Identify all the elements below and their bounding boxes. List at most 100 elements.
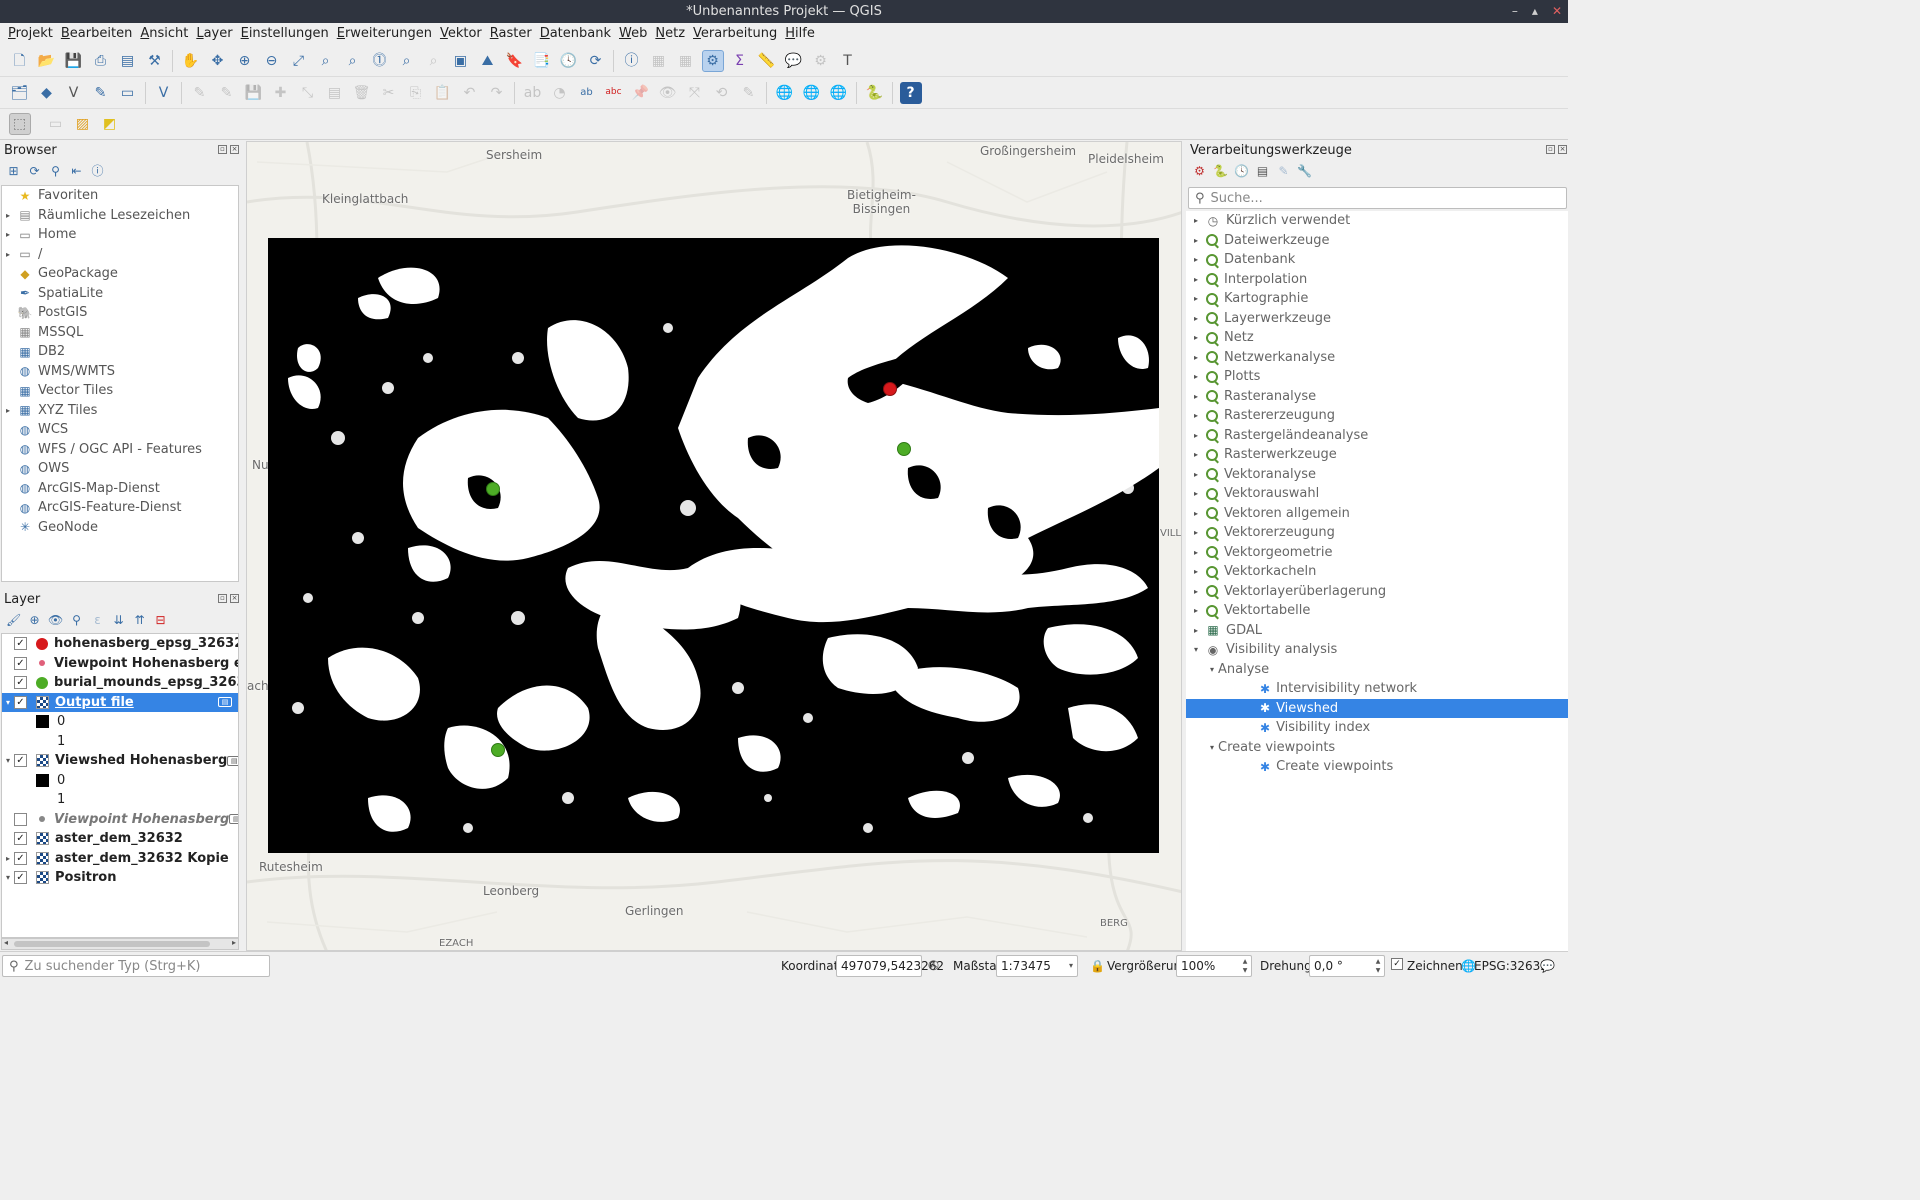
expand-arrow-icon[interactable]: ▸ xyxy=(1190,216,1202,225)
new-spatialite-layer-icon[interactable]: ✎ xyxy=(90,82,112,104)
layer-item[interactable]: ✓ hohenasberg_epsg_32632 xyxy=(2,634,238,654)
algorithm-item[interactable]: ✱ Intervisibility network xyxy=(1186,679,1568,699)
render-checkbox[interactable]: ✓ xyxy=(1391,958,1403,970)
provider-group-item[interactable]: ▸ Vektoren allgemein xyxy=(1186,504,1568,524)
expand-arrow-icon[interactable]: ▸ xyxy=(1190,392,1202,401)
menu-vektor[interactable]: Vektor xyxy=(436,23,486,45)
expand-arrow-icon[interactable]: ▸ xyxy=(1190,333,1202,342)
expand-arrow-icon[interactable]: ▸ xyxy=(1190,509,1202,518)
expand-arrow-icon[interactable]: ▾ xyxy=(2,698,14,707)
select-by-value-icon[interactable]: ▭ xyxy=(45,113,67,135)
layer-visibility-checkbox[interactable] xyxy=(14,812,27,826)
legend-item[interactable]: 1 xyxy=(2,790,238,810)
diagram-icon[interactable]: ◔ xyxy=(549,82,571,104)
close-button[interactable]: ✕ xyxy=(1552,0,1562,23)
browser-item[interactable]: ▦ DB2 xyxy=(2,342,238,362)
collapse-all-layers-icon[interactable]: ⇈ xyxy=(132,613,147,628)
browser-item[interactable]: ◍ WMS/WMTS xyxy=(2,362,238,382)
processing-float-button[interactable]: ▫ xyxy=(1546,145,1555,154)
browser-item[interactable]: ✳ GeoNode xyxy=(2,518,238,538)
paste-features-icon[interactable]: 📋 xyxy=(432,82,454,104)
menu-projekt[interactable]: Projekt xyxy=(4,23,57,45)
map-canvas[interactable]: Sersheim Großingersheim Pleidelsheim Kle… xyxy=(246,141,1182,951)
expand-arrow-icon[interactable]: ▾ xyxy=(2,756,14,765)
expand-arrow-icon[interactable]: ▾ xyxy=(2,873,14,882)
browser-close-button[interactable]: × xyxy=(230,145,239,154)
browser-item[interactable]: 🐘 PostGIS xyxy=(2,303,238,323)
edit-features-in-place-icon[interactable]: ✎ xyxy=(1276,164,1291,179)
wfs-search-icon[interactable]: 🌐 xyxy=(828,82,850,104)
browser-tree[interactable]: ★ Favoriten ▸ ▤ Räumliche Lesezeichen ▸ ▭ Home ▸… xyxy=(1,185,239,582)
provider-group-item[interactable]: ▸ Vektortabelle xyxy=(1186,601,1568,621)
new-temporary-layer-icon[interactable]: ▭ xyxy=(117,82,139,104)
browser-item[interactable]: ◆ GeoPackage xyxy=(2,264,238,284)
coordinate-field[interactable]: 497079,5423262 xyxy=(836,955,944,977)
scale-combobox[interactable]: 1:73475 ▾ xyxy=(996,955,1078,977)
provider-group-item[interactable]: ▸ ◷ Kürzlich verwendet xyxy=(1186,211,1568,231)
menu-datenbank[interactable]: Datenbank xyxy=(536,23,615,45)
rotate-label-icon[interactable]: ⟲ xyxy=(711,82,733,104)
select-location-icon[interactable]: ◩ xyxy=(99,113,121,135)
show-bookmarks-icon[interactable]: 📑 xyxy=(531,50,553,72)
layer-tree[interactable]: ✓ hohenasberg_epsg_32632 ✓ Viewpoint Hohena… xyxy=(1,633,239,938)
cut-features-icon[interactable]: ✂ xyxy=(378,82,400,104)
layer-item[interactable]: ✓Viewpoint Hohenasberg ele▤ xyxy=(2,654,238,674)
layer-visibility-checkbox[interactable]: ✓ xyxy=(14,637,27,651)
metasearch-icon[interactable]: 🌐 xyxy=(774,82,796,104)
temporal-controller-icon[interactable]: 🕓 xyxy=(558,50,580,72)
expand-arrow-icon[interactable]: ▾ xyxy=(1206,665,1218,674)
algorithm-item[interactable]: ✱ Viewshed xyxy=(1186,698,1568,718)
layer-indicator-icon[interactable]: ▤ xyxy=(218,697,232,708)
provider-group-item[interactable]: ▸ Vektorlayerüberlagerung xyxy=(1186,582,1568,602)
collapse-all-icon[interactable]: ⇤ xyxy=(69,164,84,179)
pan-icon[interactable]: ✋ xyxy=(180,50,202,72)
browser-item[interactable]: ▦ MSSQL xyxy=(2,323,238,343)
style-layer-icon[interactable]: 🖌 xyxy=(6,613,21,628)
menu-web[interactable]: Web xyxy=(615,23,651,45)
options-icon[interactable]: 🔧 xyxy=(1297,164,1312,179)
browser-item[interactable]: ◍ OWS xyxy=(2,459,238,479)
change-label-icon[interactable]: ✎ xyxy=(738,82,760,104)
annotation-icon[interactable]: ⚙ xyxy=(810,50,832,72)
deselect-all-icon[interactable]: ▨ xyxy=(72,113,94,135)
expand-arrow-icon[interactable]: ▸ xyxy=(1190,587,1202,596)
layer-indicator-icon[interactable]: ▤ xyxy=(229,814,238,825)
maximize-button[interactable]: ▴ xyxy=(1532,0,1538,23)
data-source-manager-icon[interactable]: 🗂 xyxy=(9,82,31,104)
filter-legend-icon[interactable]: ⚲ xyxy=(69,613,84,628)
rotation-spinbox[interactable]: 0,0 ° ▲ ▼ xyxy=(1309,955,1385,977)
zoom-to-layer-icon[interactable]: ⌕ xyxy=(342,50,364,72)
new-3d-view-icon[interactable]: ⛰ xyxy=(477,50,499,72)
menu-ansicht[interactable]: Ansicht xyxy=(136,23,192,45)
provider-group-item[interactable]: ▸ Vektorgeometrie xyxy=(1186,543,1568,563)
burial-mound-marker[interactable] xyxy=(486,482,500,496)
expand-arrow-icon[interactable]: ▸ xyxy=(2,406,14,415)
browser-item[interactable]: ▦ Vector Tiles xyxy=(2,381,238,401)
layer-item[interactable]: ✓ burial_mounds_epsg_32632 xyxy=(2,673,238,693)
expand-arrow-icon[interactable]: ▸ xyxy=(1190,372,1202,381)
expand-arrow-icon[interactable]: ▸ xyxy=(1190,528,1202,537)
redo-icon[interactable]: ↷ xyxy=(486,82,508,104)
zoom-last-icon[interactable]: ⌕ xyxy=(396,50,418,72)
menu-einstellungen[interactable]: Einstellungen xyxy=(237,23,333,45)
provider-group-item[interactable]: ▾ Create viewpoints xyxy=(1186,738,1568,758)
filter-expression-icon[interactable]: ε xyxy=(90,613,105,628)
zoom-next-icon[interactable]: ⌕ xyxy=(423,50,445,72)
toggle-extents-icon[interactable]: ✇ xyxy=(928,959,939,974)
new-print-layout-icon[interactable]: ⎙ xyxy=(90,50,112,72)
provider-group-item[interactable]: ▸ Vektorerzeugung xyxy=(1186,523,1568,543)
expand-arrow-icon[interactable]: ▸ xyxy=(1190,236,1202,245)
select-features-icon[interactable]: ⬚ xyxy=(8,113,31,135)
expand-arrow-icon[interactable]: ▸ xyxy=(1190,489,1202,498)
layer-visibility-checkbox[interactable]: ✓ xyxy=(14,851,27,865)
expand-arrow-icon[interactable]: ▸ xyxy=(2,230,14,239)
provider-group-item[interactable]: ▸ Kartographie xyxy=(1186,289,1568,309)
expand-arrow-icon[interactable]: ▸ xyxy=(1190,567,1202,576)
expand-arrow-icon[interactable]: ▸ xyxy=(1190,353,1202,362)
provider-group-item[interactable]: ▸ Netz xyxy=(1186,328,1568,348)
algorithm-item[interactable]: ✱ Create viewpoints xyxy=(1186,757,1568,777)
layout-manager-icon[interactable]: ▤ xyxy=(117,50,139,72)
expand-arrow-icon[interactable]: ▸ xyxy=(2,250,14,259)
manage-visibility-icon[interactable]: 👁 xyxy=(48,613,63,628)
messages-icon[interactable]: 💬 xyxy=(1540,959,1555,973)
